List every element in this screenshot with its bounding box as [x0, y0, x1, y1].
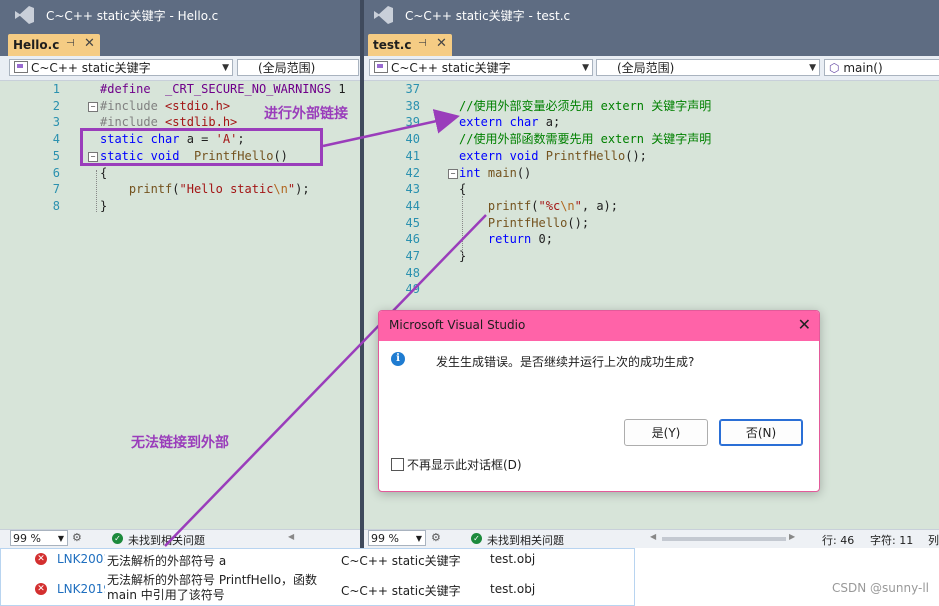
error-file: test.obj — [490, 582, 536, 596]
info-icon: i — [391, 352, 405, 366]
error-project: C~C++ static关键字 — [341, 584, 461, 598]
no-button[interactable]: 否(N) — [719, 419, 803, 446]
error-icon: ✕ — [35, 553, 47, 565]
error-description: 无法解析的外部符号 a — [107, 554, 227, 568]
error-project: C~C++ static关键字 — [341, 554, 461, 568]
error-description: 无法解析的外部符号 PrintfHello，函数 main 中引用了该符号 — [107, 573, 318, 602]
annotation-link: 进行外部链接 — [264, 106, 348, 122]
dont-show-label: 不再显示此对话框(D) — [407, 458, 522, 472]
error-code[interactable]: LNK2001 — [57, 552, 105, 566]
dialog-title: Microsoft Visual Studio — [389, 318, 526, 332]
dont-show-checkbox[interactable] — [391, 458, 404, 471]
error-dialog: Microsoft Visual Studio ✕ i 发生生成错误。是否继续并… — [378, 310, 820, 492]
annotation-no-link: 无法链接到外部 — [131, 435, 229, 451]
annotation-arrows — [164, 109, 487, 547]
error-icon: ✕ — [35, 583, 47, 595]
error-code[interactable]: LNK2019 — [57, 582, 105, 596]
yes-button[interactable]: 是(Y) — [624, 419, 708, 446]
error-list: ✕ LNK2001 无法解析的外部符号 a C~C++ static关键字 te… — [0, 548, 635, 606]
watermark: CSDN @sunny-ll — [832, 581, 929, 595]
close-icon[interactable]: ✕ — [798, 315, 811, 334]
error-file: test.obj — [490, 552, 536, 566]
dialog-title-bar: Microsoft Visual Studio ✕ — [379, 311, 819, 341]
dialog-message: 发生生成错误。是否继续并运行上次的成功生成? — [436, 355, 695, 369]
